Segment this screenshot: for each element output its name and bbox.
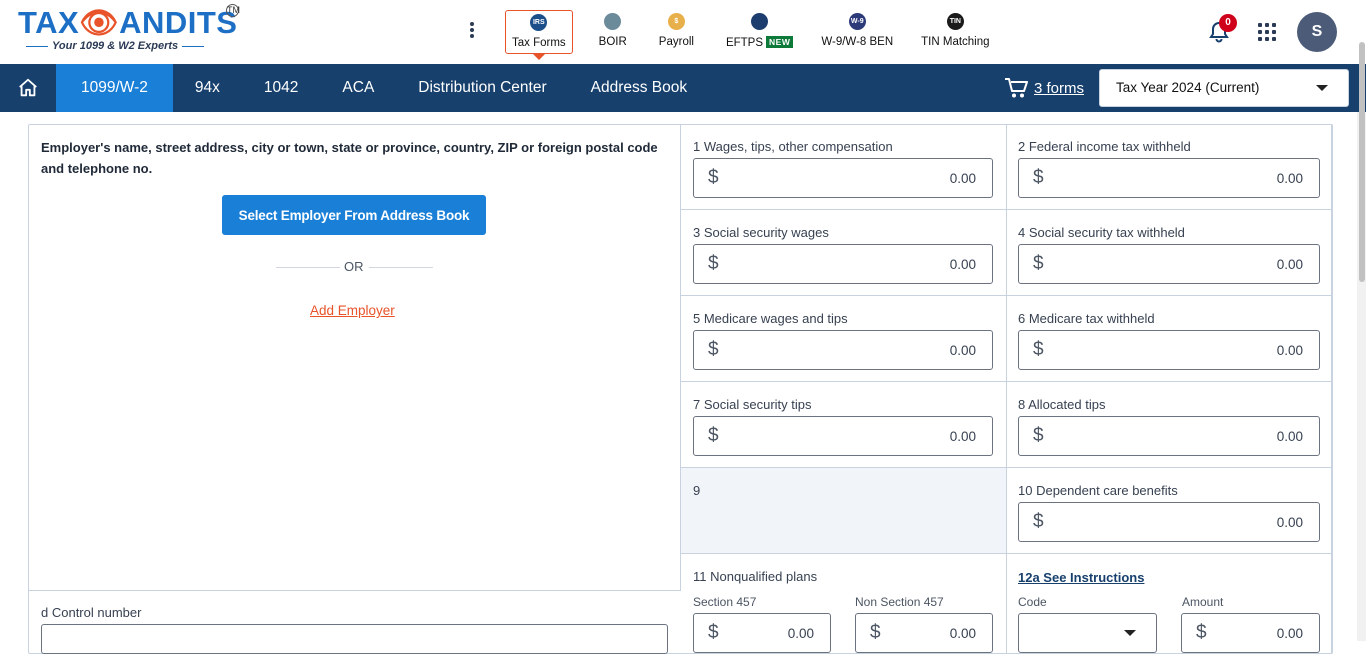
tax-year-select[interactable]: Tax Year 2024 (Current) [1099,69,1349,107]
tab-distribution-center[interactable]: Distribution Center [396,64,568,112]
eftps-icon [751,13,769,30]
section-457-label: Section 457 [693,595,757,609]
box-12a-amount-input[interactable]: $0.00 [1181,613,1320,653]
chevron-down-icon [1124,630,1136,636]
code-label: Code [1018,595,1047,609]
more-options-icon[interactable] [466,22,478,42]
box-4-label: 4 Social security tax withheld [1018,225,1185,240]
see-instructions-link[interactable]: 12a See Instructions [1018,570,1144,585]
box-11-label: 11 Nonqualified plans [693,569,818,584]
tab-aca[interactable]: ACA [320,64,396,112]
divider-left [276,267,340,268]
owl-icon: 👁︎ [79,5,120,40]
product-boir[interactable]: BOIR [593,10,633,54]
main-nav: 1099/W-2 94x 1042 ACA Distribution Center Add… [0,64,1366,112]
ss-tips-input[interactable]: $0.00 [693,416,993,456]
payroll-icon: $ [667,13,685,30]
dependent-care-input[interactable]: $0.00 [1018,502,1320,542]
tax-year-value: Tax Year 2024 (Current) [1116,80,1260,95]
section-457-input[interactable]: $0.00 [693,613,831,653]
tab-94x[interactable]: 94x [173,64,242,112]
product-tin[interactable]: TIN TIN Matching [915,10,995,54]
box-5-label: 5 Medicare wages and tips [693,311,848,326]
trademark-icon: TM [226,4,240,17]
product-payroll[interactable]: $ Payroll [653,10,700,54]
box-1-label: 1 Wages, tips, other compensation [693,139,893,154]
cart-count-label[interactable]: 3 forms [1034,80,1084,97]
allocated-tips-input[interactable]: $0.00 [1018,416,1320,456]
nav-tabs: 1099/W-2 94x 1042 ACA Distribution Center Add… [56,64,709,112]
box-9 [681,468,1007,554]
box-7-label: 7 Social security tips [693,397,812,412]
box-8-label: 8 Allocated tips [1018,397,1106,412]
w9-icon: W-9 [848,13,866,30]
product-eftps[interactable]: EFTPS NEW [720,10,799,54]
select-employer-button[interactable]: Select Employer From Address Book [222,195,486,235]
logo-wordmark: TAX👁︎ANDITS [18,5,238,40]
product-label: TIN Matching [921,36,990,48]
box-10-label: 10 Dependent care benefits [1018,483,1178,498]
new-badge: NEW [766,36,794,48]
box-2-label: 2 Federal income tax withheld [1018,139,1191,154]
tin-icon: TIN [946,13,964,30]
non-section-457-label: Non Section 457 [855,595,944,609]
wages-input[interactable]: $0.00 [693,158,993,198]
tab-1099-w-2[interactable]: 1099/W-2 [56,64,173,112]
user-avatar[interactable]: S [1297,12,1337,52]
product-w9[interactable]: W-9 W-9/W-8 BEN [815,10,899,54]
non-section-457-input[interactable]: $0.00 [855,613,993,653]
product-label: Payroll [658,36,694,48]
tab-address-book[interactable]: Address Book [569,64,710,112]
chevron-down-icon [1316,85,1328,91]
product-switcher: IRS Tax Forms BOIR $ Payroll EFTPS NEW W-9 W-9/W… [505,10,996,60]
home-icon[interactable] [0,64,56,112]
federal-tax-input[interactable]: $0.00 [1018,158,1320,198]
or-separator: OR [344,259,364,274]
apps-grid-icon[interactable] [1258,23,1276,41]
control-number-input[interactable] [41,624,668,654]
medicare-tax-input[interactable]: $0.00 [1018,330,1320,370]
cart-link[interactable]: 3 forms [1004,77,1084,99]
product-label: BOIR [598,36,627,48]
page-scrollbar-thumb[interactable] [1359,42,1365,282]
tax-forms-icon: IRS [530,14,548,31]
top-header: TAX👁︎ANDITS TM Your 1099 & W2 Experts IR… [0,0,1366,64]
product-label: Tax Forms [512,37,566,49]
product-tax-forms[interactable]: IRS Tax Forms [505,10,573,60]
control-number-label: d Control number [41,605,142,620]
amount-label: Amount [1182,595,1224,609]
ss-tax-input[interactable]: $0.00 [1018,244,1320,284]
product-label: EFTPS [725,37,764,49]
box-6-label: 6 Medicare tax withheld [1018,311,1155,326]
divider-right [369,267,433,268]
box-3-label: 3 Social security wages [693,225,829,240]
box-12a-code-select[interactable] [1018,613,1157,653]
box-9-label: 9 [693,483,701,498]
tab-1042[interactable]: 1042 [242,64,320,112]
taxbandits-logo[interactable]: TAX👁︎ANDITS TM Your 1099 & W2 Experts [18,4,248,56]
boir-icon [604,13,622,30]
product-label: W-9/W-8 BEN [821,36,894,48]
notifications-bell-icon[interactable]: 0 [1207,14,1237,46]
logo-tagline: Your 1099 & W2 Experts [22,40,208,52]
employer-label: Employer's name, street address, city or… [41,140,658,176]
ss-wages-input[interactable]: $0.00 [693,244,993,284]
medicare-wages-input[interactable]: $0.00 [693,330,993,370]
add-employer-link[interactable]: Add Employer [310,303,395,318]
cart-icon [1005,78,1028,98]
notification-count-badge: 0 [1219,14,1237,32]
